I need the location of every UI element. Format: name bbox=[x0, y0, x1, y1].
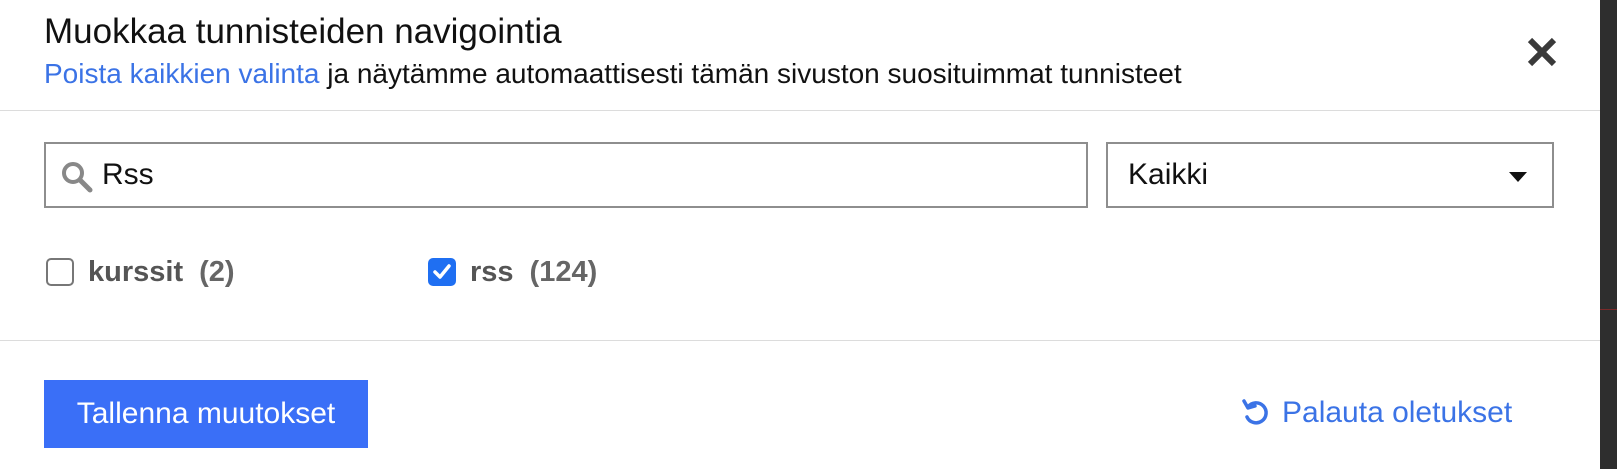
page-scroll-edge bbox=[1600, 0, 1617, 469]
dialog-title: Muokkaa tunnisteiden navigointia bbox=[44, 12, 562, 51]
subtitle-text: ja näytämme automaattisesti tämän sivust… bbox=[319, 58, 1182, 89]
tag-name: kurssit bbox=[88, 255, 184, 288]
checkbox-unchecked[interactable] bbox=[46, 258, 74, 286]
tag-count: (2) bbox=[199, 255, 235, 288]
undo-icon bbox=[1242, 399, 1268, 425]
tag-name: rss bbox=[470, 255, 514, 288]
deselect-all-link[interactable]: Poista kaikkien valinta bbox=[44, 58, 319, 89]
dialog-subtitle: Poista kaikkien valinta ja näytämme auto… bbox=[44, 58, 1182, 90]
filter-selected-value: Kaikki bbox=[1128, 158, 1209, 191]
save-changes-button[interactable]: Tallenna muutokset bbox=[44, 380, 368, 448]
tag-search-box bbox=[44, 142, 1088, 208]
tag-search-input[interactable] bbox=[102, 150, 1062, 200]
tag-count: (124) bbox=[529, 255, 598, 288]
reset-defaults-label: Palauta oletukset bbox=[1282, 396, 1513, 429]
footer-divider bbox=[0, 340, 1600, 341]
checkbox-checked[interactable] bbox=[428, 258, 456, 286]
caret-down-icon bbox=[1509, 172, 1527, 182]
tag-option-kurssit[interactable]: kurssit (2) bbox=[46, 252, 235, 292]
tag-option-rss[interactable]: rss (124) bbox=[428, 252, 597, 292]
edit-tag-navigation-dialog: Muokkaa tunnisteiden navigointia Poista … bbox=[0, 0, 1600, 469]
search-icon bbox=[62, 162, 93, 193]
reset-defaults-link[interactable]: Palauta oletukset bbox=[1240, 391, 1512, 435]
dialog-header: Muokkaa tunnisteiden navigointia Poista … bbox=[0, 0, 1600, 111]
close-icon bbox=[1527, 37, 1557, 67]
close-button[interactable] bbox=[1522, 32, 1562, 72]
check-icon bbox=[433, 264, 451, 279]
tag-filter-select[interactable]: Kaikki bbox=[1106, 142, 1554, 208]
edge-marker bbox=[1600, 309, 1617, 310]
